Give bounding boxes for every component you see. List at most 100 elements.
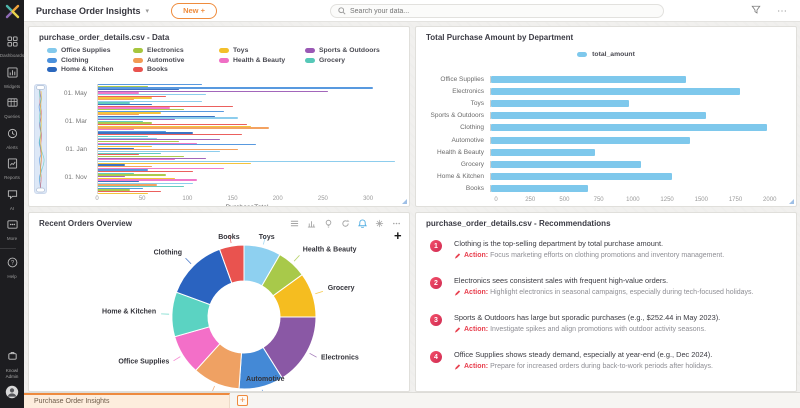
more-options-icon[interactable] <box>391 218 401 228</box>
donut-leader-line <box>315 291 323 293</box>
legend-item-office-supplies[interactable]: Office Supplies <box>47 47 133 54</box>
recommendation-number-badge: 1 <box>430 240 442 252</box>
tab-purchase-order-insights[interactable]: Purchase Order Insights <box>24 393 230 408</box>
bar-track <box>490 112 780 119</box>
legend-item-grocery[interactable]: Grocery <box>305 57 391 64</box>
legend-swatch <box>133 58 143 63</box>
filter-funnel-icon[interactable] <box>751 2 761 20</box>
recommendation-text: Clothing is the top-selling department b… <box>454 239 786 248</box>
sidebar-item-reports[interactable]: Reports <box>0 156 24 180</box>
data-bar[interactable] <box>98 156 184 157</box>
y-axis-tick: 01. Jan <box>66 146 87 153</box>
sidebar-item-label: Reports <box>4 175 20 180</box>
recommendation-item-1: 1 Clothing is the top-selling department … <box>430 239 786 263</box>
recommendation-item-3: 3Sports & Outdoors has large but sporadi… <box>430 313 786 337</box>
legend-label: Grocery <box>319 57 345 64</box>
legend-item-automotive[interactable]: Automotive <box>133 57 219 64</box>
search-input[interactable] <box>350 8 656 15</box>
sidebar-item-more[interactable]: More <box>0 217 24 241</box>
sidebar-item-alerts[interactable]: Alerts <box>0 126 24 150</box>
bar-track <box>490 124 780 131</box>
category-label: Grocery <box>426 161 490 168</box>
sidebar-item-label: More <box>7 236 17 241</box>
data-bar[interactable] <box>98 151 220 152</box>
data-bar[interactable] <box>98 161 395 162</box>
header-more-icon[interactable]: ⋯ <box>777 6 788 17</box>
x-axis-tick: 1750 <box>729 197 742 203</box>
bar-track <box>490 185 780 192</box>
chart-type-icon[interactable] <box>306 218 316 228</box>
panel-resize-handle[interactable] <box>789 199 794 204</box>
bar-row-health-beauty: Health & Beauty <box>426 146 780 158</box>
user-avatar[interactable] <box>5 385 19 404</box>
sidebar-item-widgets[interactable]: Widgets <box>0 65 24 89</box>
sidebar-item-ai[interactable]: AI <box>0 187 24 211</box>
new-button[interactable]: New + <box>171 3 217 19</box>
category-label: Books <box>426 185 490 192</box>
hamburger-menu-icon[interactable] <box>289 218 299 228</box>
bar-row-automotive: Automotive <box>426 134 780 146</box>
value-bar[interactable] <box>491 185 588 192</box>
chevron-down-icon[interactable]: ▾ <box>146 7 150 15</box>
value-bar[interactable] <box>491 137 690 144</box>
legend-item-toys[interactable]: Toys <box>219 47 305 54</box>
legend-item-books[interactable]: Books <box>133 66 219 73</box>
donut-label-automotive: Automotive <box>246 376 285 383</box>
legend-item-sports-outdoors[interactable]: Sports & Outdoors <box>305 47 391 54</box>
panel-recent-orders: Recent Orders Overview ToysHealth & Beau… <box>28 212 410 392</box>
value-bar[interactable] <box>491 124 767 131</box>
category-label: Home & Kitchen <box>426 173 490 180</box>
legend-item-home-kitchen[interactable]: Home & Kitchen <box>47 66 133 73</box>
x-axis-tick: 200 <box>273 196 283 202</box>
legend-label: Books <box>147 66 168 73</box>
x-axis-ticks: 050100150200250300 <box>97 196 397 204</box>
search-box[interactable] <box>330 4 664 18</box>
data-bar[interactable] <box>98 136 148 137</box>
x-axis-tick: 250 <box>525 197 535 203</box>
recommendation-list: 1 Clothing is the top-selling department … <box>430 239 786 387</box>
value-bar[interactable] <box>491 88 740 95</box>
data-bar[interactable] <box>98 141 179 142</box>
queries-icon <box>7 95 18 113</box>
sidebar-item-help[interactable]: ?Help <box>0 255 24 279</box>
dashboard-canvas: purchase_order_details.csv - Data Office… <box>24 22 800 392</box>
add-tab-button[interactable]: + <box>237 395 248 406</box>
bell-icon[interactable] <box>357 218 367 228</box>
value-bar[interactable] <box>491 76 686 83</box>
legend-item-clothing[interactable]: Clothing <box>47 57 133 64</box>
lightbulb-icon[interactable] <box>323 218 333 228</box>
value-bar[interactable] <box>491 100 629 107</box>
legend-swatch <box>47 67 57 72</box>
legend-label: Health & Beauty <box>233 57 285 64</box>
x-axis-tick: 1250 <box>660 197 673 203</box>
legend-item-health-beauty[interactable]: Health & Beauty <box>219 57 305 64</box>
panel-resize-handle[interactable] <box>402 199 407 204</box>
data-bar[interactable] <box>98 146 152 147</box>
data-bar[interactable] <box>98 166 152 167</box>
snapshot-icon[interactable] <box>374 218 384 228</box>
recommendation-number-badge: 3 <box>430 314 442 326</box>
chart-range-navigator[interactable] <box>34 84 47 194</box>
value-bar[interactable] <box>491 161 641 168</box>
value-bar[interactable] <box>491 173 672 180</box>
recommendation-item-4: 4Office Supplies shows steady demand, es… <box>430 350 786 374</box>
value-bar[interactable] <box>491 112 706 119</box>
sidebar-item-label: AI <box>10 206 14 211</box>
sidebar-item-queries[interactable]: Queries <box>0 95 24 119</box>
x-axis-title: PurchaseTotal <box>97 204 397 207</box>
value-bar[interactable] <box>491 149 595 156</box>
data-bar[interactable] <box>98 193 148 194</box>
legend-item-electronics[interactable]: Electronics <box>133 47 219 54</box>
category-label: Office Supplies <box>426 76 490 83</box>
sidebar-item-dashboards[interactable]: Dashboards <box>0 34 24 58</box>
action-label: Action: <box>464 326 488 333</box>
workspace-icon[interactable] <box>7 348 18 366</box>
bar-track <box>490 76 780 83</box>
refresh-icon[interactable] <box>340 218 350 228</box>
app-logo-icon[interactable] <box>0 0 24 22</box>
chart-legend[interactable]: total_amount <box>416 51 796 58</box>
action-text: Highlight electronics in seasonal campai… <box>490 289 753 296</box>
y-axis-tick: 01. Mar <box>65 118 87 125</box>
bar-row-home-kitchen: Home & Kitchen <box>426 171 780 183</box>
action-label: Action: <box>464 363 488 370</box>
